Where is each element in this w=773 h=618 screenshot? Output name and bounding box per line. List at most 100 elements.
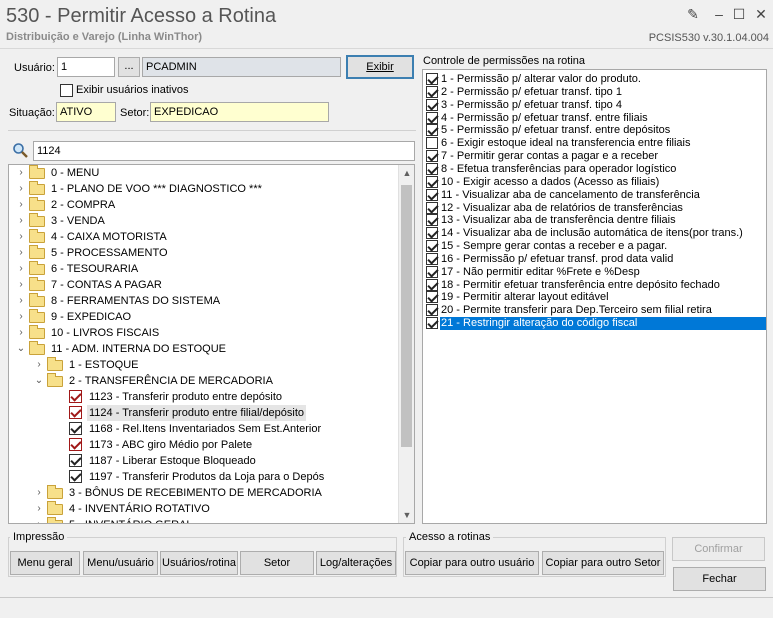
permission-checkbox[interactable]	[426, 317, 438, 330]
permission-checkbox[interactable]	[426, 137, 438, 150]
permission-label: 6 - Exigir estoque ideal na transferenci…	[441, 137, 691, 150]
tree-item-checkbox[interactable]	[69, 470, 82, 483]
tree-item-label: 4 - INVENTÁRIO ROTATIVO	[69, 503, 210, 515]
tree-item-label: 0 - MENU	[51, 167, 100, 179]
collapsed-arrow-icon[interactable]: ›	[33, 501, 45, 517]
permission-checkbox[interactable]	[426, 175, 438, 188]
minimize-icon[interactable]: –	[710, 6, 728, 22]
permission-item[interactable]: 15 - Sempre gerar contas a receber e a p…	[423, 240, 766, 253]
collapsed-arrow-icon[interactable]: ›	[15, 181, 27, 197]
collapsed-arrow-icon[interactable]: ›	[15, 213, 27, 229]
permission-label: 16 - Permissão p/ efetuar transf. prod d…	[441, 252, 674, 265]
tree-item-label: 5 - PROCESSAMENTO	[51, 247, 168, 259]
permission-checkbox[interactable]	[426, 227, 438, 240]
permission-checkbox[interactable]	[426, 291, 438, 304]
permission-checkbox[interactable]	[426, 188, 438, 201]
edit-icon[interactable]: ✎	[684, 6, 702, 23]
scroll-thumb[interactable]	[401, 185, 412, 447]
collapsed-arrow-icon[interactable]: ›	[15, 261, 27, 277]
setor-button[interactable]: Setor	[240, 551, 314, 575]
permission-checkbox[interactable]	[426, 162, 438, 175]
folder-icon	[47, 485, 63, 499]
permission-checkbox[interactable]	[426, 73, 438, 85]
permission-label: 7 - Permitir gerar contas a pagar e a re…	[441, 150, 659, 163]
scroll-up-icon[interactable]: ▲	[399, 165, 414, 181]
permission-checkbox[interactable]	[426, 252, 438, 265]
permission-checkbox[interactable]	[426, 201, 438, 214]
permission-label: 11 - Visualizar aba de cancelamento de t…	[441, 188, 700, 201]
permission-checkbox[interactable]	[426, 240, 438, 253]
collapsed-arrow-icon[interactable]: ›	[33, 357, 45, 373]
permission-item[interactable]: 2 - Permissão p/ efetuar transf. tipo 1	[423, 85, 766, 99]
permission-item[interactable]: 8 - Efetua transferências para operador …	[423, 162, 766, 176]
tree-item-checkbox[interactable]	[69, 454, 82, 467]
permission-checkbox[interactable]	[426, 85, 438, 98]
permission-item[interactable]: 13 - Visualizar aba de transferência den…	[423, 214, 766, 227]
permission-item[interactable]: 4 - Permissão p/ efetuar transf. entre f…	[423, 111, 766, 125]
collapsed-arrow-icon[interactable]: ›	[15, 245, 27, 261]
permission-item[interactable]: 1 - Permissão p/ alterar valor do produt…	[423, 73, 766, 86]
permission-item[interactable]: 7 - Permitir gerar contas a pagar e a re…	[423, 150, 766, 163]
tree-item-label: 1 - ESTOQUE	[69, 359, 139, 371]
usuarios-rotina-button[interactable]: Usuários/rotina	[160, 551, 238, 575]
log-alteracoes-button[interactable]: Log/alterações	[316, 551, 396, 575]
permission-item[interactable]: 6 - Exigir estoque ideal na transferenci…	[423, 137, 766, 150]
permission-item[interactable]: 14 - Visualizar aba de inclusão automáti…	[423, 227, 766, 240]
collapsed-arrow-icon[interactable]: ›	[15, 325, 27, 341]
menu-usuario-button[interactable]: Menu/usuário	[83, 551, 158, 575]
permissions-header: Controle de permissões na rotina	[423, 55, 586, 67]
tree-item-label: 1124 - Transferir produto entre filial/d…	[87, 405, 307, 421]
maximize-icon[interactable]: ☐	[730, 6, 748, 23]
copiar-setor-button[interactable]: Copiar para outro Setor	[542, 551, 664, 575]
permission-item[interactable]: 16 - Permissão p/ efetuar transf. prod d…	[423, 252, 766, 266]
usuario-lookup-button[interactable]: ...	[118, 57, 140, 77]
permission-item[interactable]: 12 - Visualizar aba de relatórios de tra…	[423, 201, 766, 215]
expanded-arrow-icon[interactable]: ⌄	[15, 341, 27, 357]
rotinas-tree[interactable]: › 0 - MENU › 1 - PLANO DE VOO *** DIAGNOSTI…	[8, 164, 415, 524]
folder-icon	[29, 309, 45, 323]
copiar-usuario-button[interactable]: Copiar para outro usuário	[405, 551, 539, 575]
tree-item-checkbox[interactable]	[69, 390, 82, 403]
permission-item[interactable]: 10 - Exigir acesso a dados (Acesso as fi…	[423, 175, 766, 189]
setor-field: EXPEDICAO	[150, 102, 329, 122]
collapsed-arrow-icon[interactable]: ›	[15, 293, 27, 309]
permission-checkbox[interactable]	[426, 98, 438, 111]
scroll-down-icon[interactable]: ▼	[399, 507, 414, 523]
permission-item[interactable]: 17 - Não permitir editar %Frete e %Desp	[423, 265, 766, 279]
close-icon[interactable]: ✕	[752, 6, 770, 23]
permission-checkbox[interactable]	[426, 150, 438, 163]
permission-item[interactable]: 21 - Restringir alteração do código fisc…	[423, 317, 766, 331]
permission-checkbox[interactable]	[426, 265, 438, 278]
expanded-arrow-icon[interactable]: ⌄	[33, 373, 45, 389]
search-input[interactable]: 1124	[33, 141, 415, 161]
tree-item-checkbox[interactable]	[69, 438, 82, 451]
permission-checkbox[interactable]	[426, 111, 438, 124]
collapsed-arrow-icon[interactable]: ›	[15, 309, 27, 325]
tree-item-checkbox[interactable]	[69, 422, 82, 435]
fechar-button[interactable]: Fechar	[673, 567, 766, 591]
exibir-button[interactable]: Exibir	[346, 55, 414, 79]
permission-checkbox[interactable]	[426, 278, 438, 291]
permission-item[interactable]: 20 - Permite transferir para Dep.Terceir…	[423, 304, 766, 317]
permission-checkbox[interactable]	[426, 304, 438, 317]
permission-item[interactable]: 11 - Visualizar aba de cancelamento de t…	[423, 188, 766, 202]
tree-item-checkbox[interactable]	[69, 406, 82, 419]
confirmar-button[interactable]: Confirmar	[672, 537, 765, 561]
permissions-list[interactable]: 1 - Permissão p/ alterar valor do produt…	[422, 69, 767, 524]
collapsed-arrow-icon[interactable]: ›	[15, 197, 27, 213]
collapsed-arrow-icon[interactable]: ›	[33, 485, 45, 501]
collapsed-arrow-icon[interactable]: ›	[15, 165, 27, 181]
permission-item[interactable]: 18 - Permitir efetuar transferência entr…	[423, 278, 766, 292]
collapsed-arrow-icon[interactable]: ›	[15, 229, 27, 245]
menu-geral-button[interactable]: Menu geral	[10, 551, 80, 575]
permission-checkbox[interactable]	[426, 214, 438, 227]
permission-item[interactable]: 3 - Permissão p/ efetuar transf. tipo 4	[423, 98, 766, 112]
permission-item[interactable]: 5 - Permissão p/ efetuar transf. entre d…	[423, 124, 766, 137]
collapsed-arrow-icon[interactable]: ›	[33, 517, 45, 523]
permission-item[interactable]: 19 - Permitir alterar layout editável	[423, 291, 766, 304]
usuario-code-input[interactable]: 1	[57, 57, 115, 77]
inativos-checkbox[interactable]	[60, 84, 73, 97]
collapsed-arrow-icon[interactable]: ›	[15, 277, 27, 293]
tree-scrollbar[interactable]: ▲ ▼	[398, 165, 414, 523]
permission-checkbox[interactable]	[426, 124, 438, 137]
